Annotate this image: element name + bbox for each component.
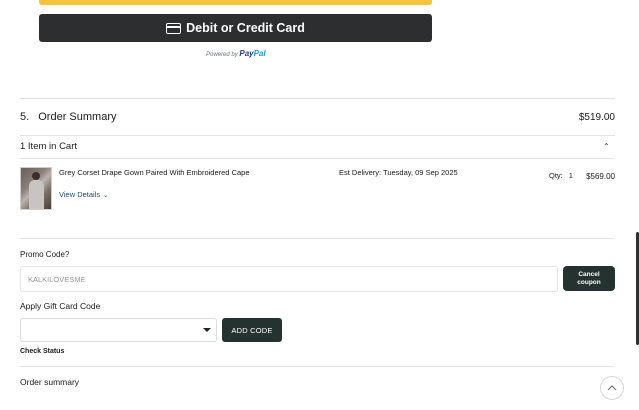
items-in-cart: 1 Item in Cart [20, 141, 78, 152]
card-button-label: Debit or Credit Card [186, 21, 305, 35]
cancel-coupon-button[interactable]: Cancel coupon [563, 266, 615, 291]
promo-code-label: Promo Code? [20, 250, 70, 259]
estimated-delivery: Est Delivery: Tuesday, 09 Sep 2025 [339, 168, 458, 177]
powered-by-paypal: Powered by PayPal [206, 49, 266, 58]
step-number: 5. [20, 111, 30, 123]
item-price: $569.00 [586, 172, 615, 181]
order-summary-heading: 5. Order Summary [20, 111, 117, 123]
divider [20, 158, 615, 159]
quantity: Qty: 1 [549, 171, 573, 180]
chevron-down-icon: ⌄ [103, 193, 109, 199]
divider [20, 238, 615, 239]
debit-credit-card-button[interactable]: Debit or Credit Card [39, 14, 432, 42]
view-details-link[interactable]: View Details ⌄ [59, 190, 108, 199]
scroll-to-top-button[interactable] [600, 376, 624, 400]
arrow-up-icon [607, 385, 617, 391]
product-name: Grey Corset Drape Gown Paired With Embro… [59, 168, 250, 177]
order-total: $519.00 [578, 112, 615, 123]
divider [20, 366, 615, 367]
product-thumbnail[interactable] [20, 167, 52, 210]
paypal-logo: PayPal [239, 49, 266, 58]
gift-card-label: Apply Gift Card Code [20, 301, 101, 311]
credit-card-icon [166, 22, 182, 34]
chevron-up-icon[interactable]: ⌃ [603, 142, 610, 151]
divider [20, 98, 615, 99]
paypal-button[interactable] [39, 0, 432, 5]
order-summary-footer-label: Order summary [20, 377, 80, 387]
dropdown-arrow-icon [203, 328, 211, 332]
add-code-button[interactable]: ADD CODE [222, 318, 282, 342]
gift-card-select[interactable] [20, 318, 217, 342]
section-title: Order Summary [38, 111, 117, 123]
promo-code-input[interactable] [20, 266, 558, 292]
check-status-link[interactable]: Check Status [20, 348, 64, 355]
divider [20, 135, 615, 136]
